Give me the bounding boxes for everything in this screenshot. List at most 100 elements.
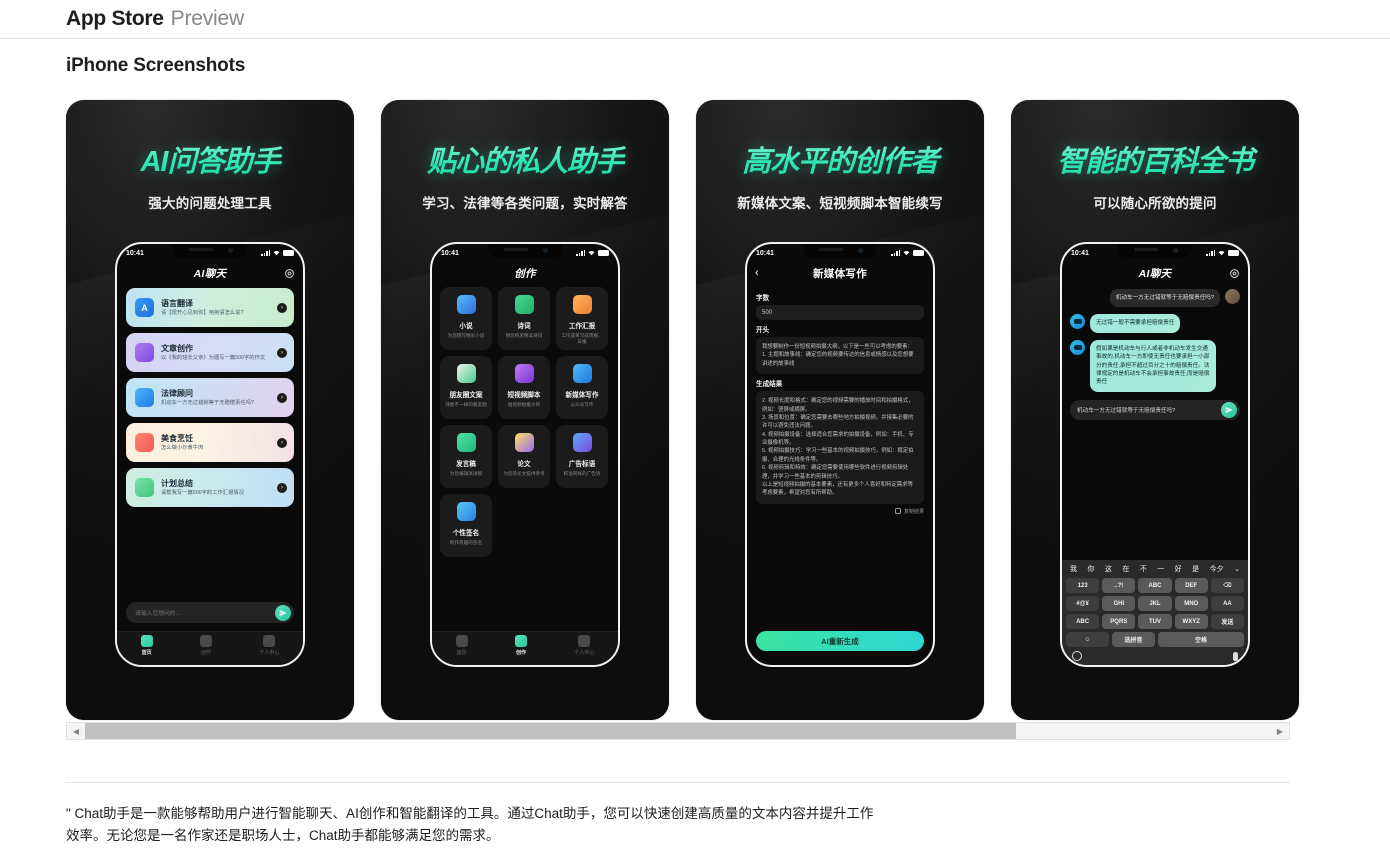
tab-bar-2[interactable]: 首页 创作 个人中心 xyxy=(432,631,618,665)
suggestion[interactable]: 我 xyxy=(1070,564,1077,574)
tab-profile[interactable]: 个人中心 xyxy=(259,635,279,656)
key[interactable]: #@¥ xyxy=(1066,596,1100,611)
prompt-card-list: 语言翻译 请【很开心见到你】用英语怎么说? › 文章创作 以《我的班长父亲》为题… xyxy=(117,284,303,507)
key[interactable]: TUV xyxy=(1138,614,1172,629)
suggestion[interactable]: 是 xyxy=(1192,564,1199,574)
suggestion[interactable]: 你 xyxy=(1087,564,1094,574)
key[interactable]: MNO xyxy=(1174,596,1208,611)
chevron-left-icon[interactable]: ‹ xyxy=(755,267,759,279)
tab-create[interactable]: 创作 xyxy=(199,635,212,656)
chat-input-bar[interactable]: 请输入您想问的... xyxy=(126,602,294,623)
chat-input-bar[interactable]: 机动车一方无过错就等于无赔偿责任吗? xyxy=(1070,399,1240,420)
scrollbar-track[interactable] xyxy=(85,723,1271,739)
tab-bar-1[interactable]: 首页 创作 个人中心 xyxy=(117,631,303,665)
chevron-right-icon[interactable]: › xyxy=(277,482,287,493)
key[interactable]: ..?! xyxy=(1102,578,1136,593)
card-title: 语言翻译 xyxy=(161,298,193,308)
regenerate-button[interactable]: AI重新生成 xyxy=(756,631,924,651)
tab-home[interactable]: 首页 xyxy=(140,635,153,656)
prompt-card[interactable]: 美食烹饪 怎么做小炒黄牛肉 › xyxy=(126,423,294,462)
notch xyxy=(488,244,562,258)
result-label: 生成结果 xyxy=(756,381,783,389)
screenshot-3[interactable]: 高水平的创作者 新媒体文案、短视频脚本智能续写 10:41 ‹ 新媒体写作 字数… xyxy=(696,100,984,720)
keyboard-row[interactable]: ☺ 选拼音 空格 xyxy=(1066,632,1244,647)
send-paper-plane-icon[interactable] xyxy=(1221,401,1237,418)
pinyin-key[interactable]: 选拼音 xyxy=(1112,632,1155,647)
gear-icon[interactable] xyxy=(284,268,295,279)
tool-tile[interactable]: 发言稿 为您编辑演讲稿 xyxy=(440,425,492,488)
tool-tile[interactable]: 工作汇报 工作成果写成周报、日报 xyxy=(556,287,608,350)
screenshot-2[interactable]: 贴心的私人助手 学习、法律等各类问题，实时解答 10:41 创作 小说 为您撰写精… xyxy=(381,100,669,720)
send-paper-plane-icon[interactable] xyxy=(275,604,291,621)
prompt-card[interactable]: 计划总结 请帮我写一篇500字的工作汇报情况 › xyxy=(126,468,294,507)
suggestion[interactable]: 好 xyxy=(1175,564,1182,574)
tile-desc: 为您撰写精彩小说 xyxy=(447,333,485,338)
cellular-bars-icon xyxy=(1206,250,1215,256)
tool-tile[interactable]: 新媒体写作 公众号写作 xyxy=(556,356,608,419)
screenshot-4[interactable]: 智能的百科全书 可以随心所欲的提问 10:41 AI聊天 机动车一方无过错就等于… xyxy=(1011,100,1299,720)
chevron-right-icon[interactable]: › xyxy=(277,302,287,313)
battery-icon xyxy=(283,250,294,256)
preview-label: Preview xyxy=(170,7,244,30)
key[interactable]: ABC xyxy=(1138,578,1172,593)
shift-key[interactable]: AA xyxy=(1210,596,1245,611)
screenshot-strip[interactable]: AI问答助手 强大的问题处理工具 10:41 AI聊天 A 语言翻译 请【很开心… xyxy=(66,100,1299,720)
gear-icon[interactable] xyxy=(1229,268,1240,279)
keyboard-rows[interactable]: 123 ..?! ABC DEF ⌫ #@¥ GHI JKL MNO AA AB… xyxy=(1066,578,1245,647)
phone-mock-3: 10:41 ‹ 新媒体写作 字数 500 开头 我想要制作一份短视频拍摄大纲，以… xyxy=(745,242,935,667)
key[interactable]: DEF xyxy=(1174,578,1208,593)
tool-tile[interactable]: 诗词 替您构思精美诗词 xyxy=(498,287,550,350)
scroll-left-button[interactable]: ◀ xyxy=(67,723,85,739)
screenshot-1[interactable]: AI问答助手 强大的问题处理工具 10:41 AI聊天 A 语言翻译 请【很开心… xyxy=(66,100,354,720)
wifi-icon xyxy=(903,251,910,256)
key[interactable]: WXYZ xyxy=(1174,614,1208,629)
space-key[interactable]: 空格 xyxy=(1158,632,1244,647)
tool-tile[interactable]: 个性签名 制作有趣的签名 xyxy=(440,494,492,557)
opening-text[interactable]: 我想要制作一份短视频拍摄大纲，以下是一些可以考虑的要素： 1. 主题和故事线：确… xyxy=(756,337,924,375)
tile-name: 论文 xyxy=(517,461,531,468)
backspace-key[interactable]: ⌫ xyxy=(1210,578,1245,593)
suggestion[interactable]: 今夕 xyxy=(1210,564,1224,574)
keyboard-row[interactable]: ABC PQRS TUV WXYZ 发送 xyxy=(1066,614,1245,629)
scrollbar-thumb[interactable] xyxy=(85,723,1016,739)
tab-home[interactable]: 首页 xyxy=(455,635,468,656)
keyboard-row[interactable]: #@¥ GHI JKL MNO AA xyxy=(1066,596,1245,611)
word-count-input[interactable]: 500 xyxy=(756,305,924,320)
keyboard-suggestions[interactable]: 我 你 这 在 不 一 好 是 今夕 ⌄ xyxy=(1066,564,1244,578)
key[interactable]: 123 xyxy=(1066,578,1100,593)
globe-icon[interactable] xyxy=(1072,651,1082,661)
chevron-down-icon[interactable]: ⌄ xyxy=(1234,565,1240,573)
tool-tile[interactable]: 广告标语 校准同样的广告语 xyxy=(556,425,608,488)
suggestion[interactable]: 这 xyxy=(1105,564,1112,574)
chevron-right-icon[interactable]: › xyxy=(277,437,287,448)
tool-tile[interactable]: 小说 为您撰写精彩小说 xyxy=(440,287,492,350)
tool-tile[interactable]: 朋友圈文案 律能不一样的朋友圈 xyxy=(440,356,492,419)
prompt-card[interactable]: 法律顾问 机动车一方无过错就等于无赔偿责任吗? › xyxy=(126,378,294,417)
chevron-right-icon[interactable]: › xyxy=(277,392,287,403)
scroll-right-button[interactable]: ▶ xyxy=(1271,723,1289,739)
horizontal-scrollbar[interactable]: ◀ ▶ xyxy=(66,722,1290,740)
screenshot-4-title: 智能的百科全书 xyxy=(1011,138,1299,180)
suggestion[interactable]: 不 xyxy=(1140,564,1147,574)
tile-name: 工作汇报 xyxy=(568,323,596,330)
tab-create[interactable]: 创作 xyxy=(514,635,527,656)
key[interactable]: PQRS xyxy=(1102,614,1136,629)
tool-tile[interactable]: 短视频脚本 短视频拍摄大师 xyxy=(498,356,550,419)
emoji-key[interactable]: ☺ xyxy=(1066,632,1109,647)
chevron-right-icon[interactable]: › xyxy=(277,347,287,358)
prompt-card[interactable]: 文章创作 以《我的班长父亲》为题写一篇500字的作文 › xyxy=(126,333,294,372)
tab-profile[interactable]: 个人中心 xyxy=(574,635,594,656)
suggestion[interactable]: 在 xyxy=(1122,564,1129,574)
tool-tile[interactable]: 论文 为您的论文提供参考 xyxy=(498,425,550,488)
keyboard-bottom-row[interactable] xyxy=(1066,647,1244,665)
send-key[interactable]: 发送 xyxy=(1210,614,1245,629)
keyboard[interactable]: 我 你 这 在 不 一 好 是 今夕 ⌄ 123 ..?! ABC DEF ⌫ … xyxy=(1062,560,1248,665)
keyboard-row[interactable]: 123 ..?! ABC DEF ⌫ xyxy=(1066,578,1245,593)
key[interactable]: ABC xyxy=(1066,614,1100,629)
copy-result-button[interactable]: 复制结果 xyxy=(756,508,924,515)
key[interactable]: JKL xyxy=(1138,596,1172,611)
key[interactable]: GHI xyxy=(1102,596,1136,611)
suggestion[interactable]: 一 xyxy=(1157,564,1164,574)
microphone-icon[interactable] xyxy=(1233,651,1238,661)
prompt-card[interactable]: 语言翻译 请【很开心见到你】用英语怎么说? › xyxy=(126,288,294,327)
